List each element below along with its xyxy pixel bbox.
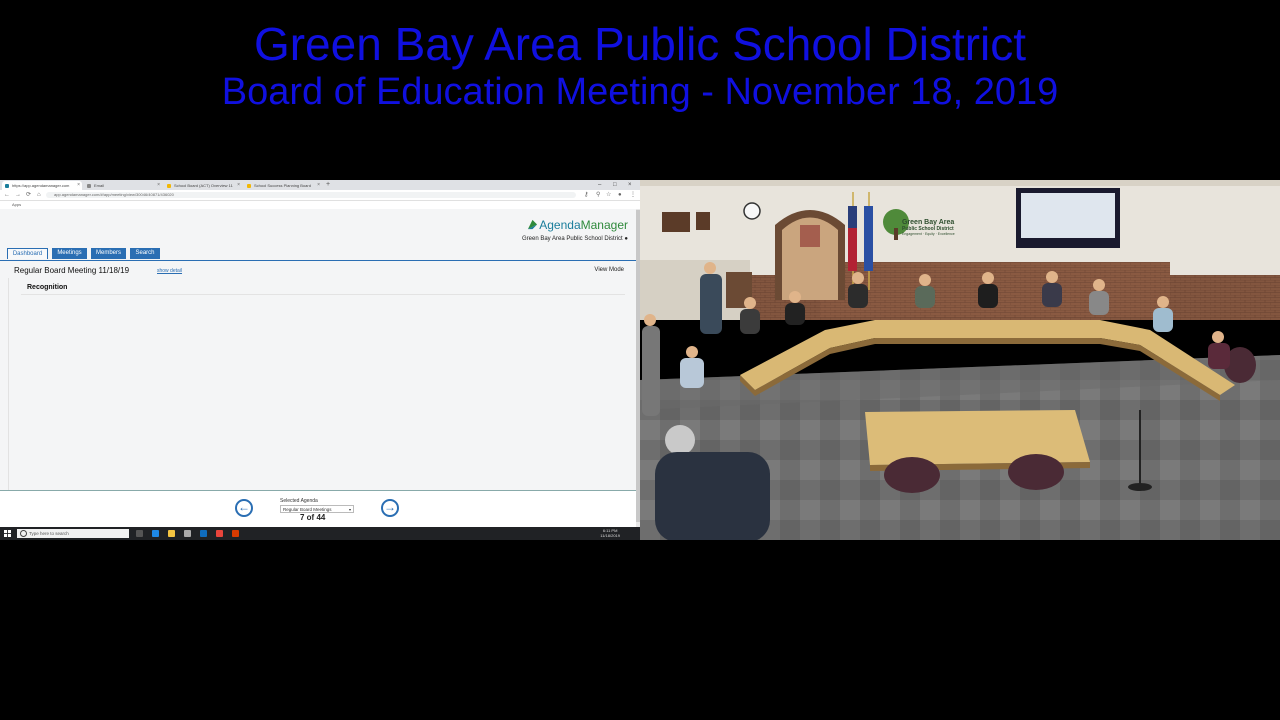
favicon-icon [87, 184, 91, 188]
favicon-icon [5, 184, 9, 188]
new-tab-button[interactable]: + [326, 180, 330, 190]
organization-name: Green Bay Area Public School District ● [521, 236, 628, 242]
system-clock[interactable]: 6:11 PM 11/18/2019 [600, 528, 620, 538]
agenda-item-counter: 7 of 44 [300, 513, 326, 522]
mail-icon[interactable] [200, 530, 207, 537]
board-room-image [640, 180, 1280, 540]
divider [21, 294, 625, 295]
tab-label: School Board (ACT) Overview 11 [174, 183, 233, 188]
agendamanager-page: AgendaManager Green Bay Area Public Scho… [0, 209, 636, 490]
agenda-navigation-footer: ← Selected Agenda Regular Board Meetings… [0, 490, 636, 529]
agenda-item-title: Recognition [27, 284, 68, 291]
taskbar-search-input[interactable]: Type here to search [17, 529, 129, 538]
home-icon[interactable]: ⌂ [37, 191, 41, 199]
browser-address-bar: ← → ⟳ ⌂ app.agendamanager.com/#/app/meet… [0, 190, 640, 201]
tab-label: Email [94, 183, 105, 188]
close-icon[interactable]: × [237, 181, 240, 190]
meeting-title: Regular Board Meeting 11/18/19 [14, 266, 130, 275]
profile-icon[interactable]: ● [618, 191, 622, 199]
show-detail-link[interactable]: show detail [157, 268, 182, 274]
selected-agenda-label: Selected Agenda [280, 498, 318, 504]
office-app-icon[interactable] [232, 530, 239, 537]
broadcast-subtitle: Board of Education Meeting - November 18… [221, 71, 1059, 113]
star-icon[interactable]: ☆ [606, 191, 611, 199]
file-explorer-icon[interactable] [168, 530, 175, 537]
windows-taskbar: Type here to search 6:11 PM 11/18/2019 [0, 527, 640, 540]
agendamanager-leaf-icon [528, 219, 538, 230]
forward-arrow-icon[interactable]: → [15, 191, 21, 199]
browser-tab-email[interactable]: Email × [84, 181, 162, 190]
screen-share-panel: https://app.agendamanager.com × Email × … [0, 180, 640, 540]
window-close-icon[interactable]: × [628, 180, 632, 190]
agenda-item-panel: Recognition [8, 278, 629, 490]
next-item-button[interactable]: → [381, 499, 399, 517]
nav-divider [0, 260, 636, 261]
chrome-browser-icon[interactable] [216, 530, 223, 537]
browser-tab-school-board[interactable]: School Board (ACT) Overview 11 × [164, 181, 242, 190]
chevron-down-icon: ▾ [348, 507, 351, 512]
tab-label: School Success Planning Board [254, 183, 311, 188]
view-mode-button[interactable]: View Mode [594, 267, 624, 273]
user-icon[interactable]: ● [624, 236, 628, 242]
back-arrow-icon[interactable]: ← [4, 191, 10, 199]
bookmark-apps[interactable]: Apps [12, 202, 21, 207]
tab-label: https://app.agendamanager.com [12, 183, 70, 188]
tab-meetings[interactable]: Meetings [52, 248, 87, 259]
search-icon [20, 530, 27, 537]
favicon-icon [247, 184, 251, 188]
bookmarks-bar: Apps [0, 201, 640, 209]
store-icon[interactable] [184, 530, 191, 537]
key-icon[interactable]: ⚷ [584, 191, 588, 199]
url-input[interactable]: app.agendamanager.com/#/app/meeting/view… [46, 192, 576, 198]
task-view-icon[interactable] [136, 530, 143, 537]
tab-members[interactable]: Members [91, 248, 126, 259]
windows-start-icon[interactable] [4, 530, 11, 537]
favicon-icon [167, 184, 171, 188]
tab-dashboard[interactable]: Dashboard [7, 248, 48, 259]
tab-search[interactable]: Search [130, 248, 160, 259]
browser-tab-bar: https://app.agendamanager.com × Email × … [0, 180, 640, 190]
close-icon[interactable]: × [157, 181, 160, 190]
close-icon[interactable]: × [317, 181, 320, 190]
selected-agenda-select[interactable]: Regular Board Meetings ▾ [280, 505, 354, 513]
zoom-icon[interactable]: ⚲ [596, 191, 600, 199]
browser-tab-agendamanager[interactable]: https://app.agendamanager.com × [2, 181, 82, 190]
meeting-camera-feed: Green Bay Area Public School District En… [640, 180, 1280, 540]
edge-browser-icon[interactable] [152, 530, 159, 537]
district-wall-logo: Green Bay Area Public School District En… [902, 219, 955, 236]
selected-agenda-value: Regular Board Meetings [283, 507, 332, 512]
reload-icon[interactable]: ⟳ [26, 191, 31, 199]
close-icon[interactable]: × [77, 181, 80, 190]
agendamanager-logo: AgendaManager [527, 218, 628, 232]
minimize-icon[interactable]: – [598, 180, 601, 190]
broadcast-title: Green Bay Area Public School District [253, 18, 1027, 70]
previous-item-button[interactable]: ← [235, 499, 253, 517]
maximize-icon[interactable]: □ [613, 180, 617, 190]
browser-tab-school-success[interactable]: School Success Planning Board × [244, 181, 322, 190]
menu-kebab-icon[interactable]: ⋮ [630, 191, 636, 199]
